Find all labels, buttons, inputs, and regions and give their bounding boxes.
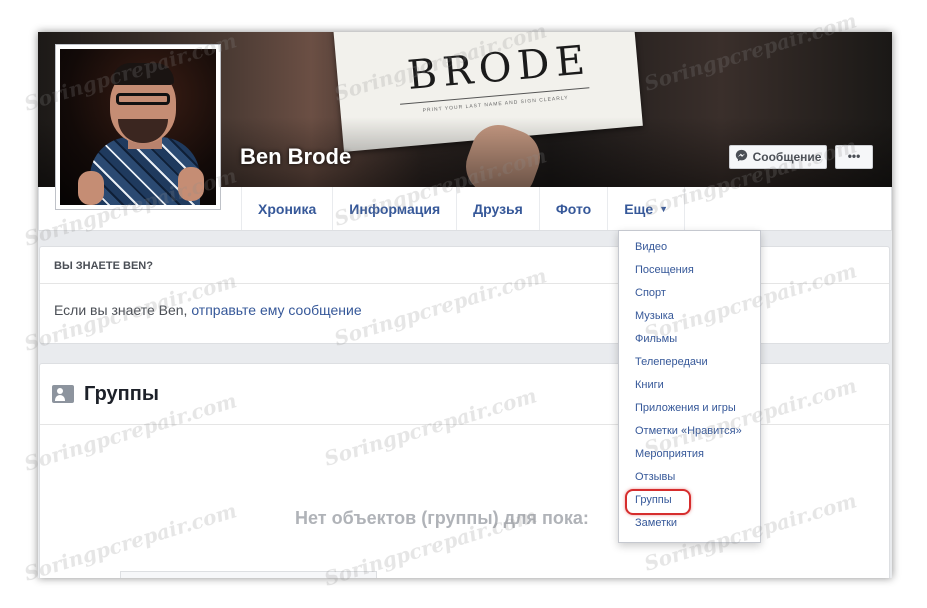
- more-dropdown-menu: Видео Посещения Спорт Музыка Фильмы Теле…: [618, 230, 761, 543]
- profile-name[interactable]: Ben Brode: [240, 144, 351, 170]
- menu-item-movies[interactable]: Фильмы: [635, 329, 677, 349]
- menu-item-music[interactable]: Музыка: [635, 306, 674, 326]
- groups-card: Группы Нет объектов (группы) для пока:: [39, 363, 890, 578]
- messenger-icon: [735, 149, 748, 165]
- groups-icon: [52, 385, 74, 403]
- profile-picture-glasses: [116, 93, 170, 105]
- profile-picture-hair: [112, 63, 174, 85]
- know-person-body: Если вы знаете Ben, отправьте ему сообще…: [40, 284, 889, 318]
- know-person-header: ВЫ ЗНАЕТЕ BEN?: [40, 247, 889, 284]
- profile-picture-image: [60, 49, 216, 205]
- tab-photos[interactable]: Фото: [538, 187, 607, 230]
- menu-item-books[interactable]: Книги: [635, 375, 664, 395]
- menu-item-tv-shows[interactable]: Телепередачи: [635, 352, 708, 372]
- menu-item-likes[interactable]: Отметки «Нравится»: [635, 421, 742, 441]
- profile-picture[interactable]: [55, 44, 221, 210]
- tab-friends[interactable]: Друзья: [456, 187, 539, 230]
- profile-picture-left-hand: [78, 171, 104, 205]
- profile-tabs: Хроника Информация Друзья Фото Еще ▼: [241, 187, 686, 230]
- menu-item-events[interactable]: Мероприятия: [635, 444, 704, 464]
- groups-title: Группы: [84, 382, 159, 405]
- tab-about[interactable]: Информация: [332, 187, 456, 230]
- tab-timeline[interactable]: Хроника: [241, 187, 332, 230]
- menu-item-sports[interactable]: Спорт: [635, 283, 666, 303]
- groups-highlight-marker: [625, 489, 691, 515]
- caret-down-icon: ▼: [659, 203, 669, 214]
- profile-picture-right-hand: [178, 167, 204, 201]
- groups-empty-box: [120, 571, 377, 578]
- groups-empty-text: Нет объектов (группы) для пока:: [295, 508, 589, 528]
- cover-sign-hint: PRINT YOUR LAST NAME AND SIGN CLEARLY: [422, 95, 569, 114]
- message-button[interactable]: Сообщение: [729, 145, 827, 169]
- know-person-card: ВЫ ЗНАЕТЕ BEN? Если вы знаете Ben, отпра…: [39, 246, 890, 344]
- tab-more[interactable]: Еще ▼: [607, 187, 686, 230]
- menu-item-video[interactable]: Видео: [635, 237, 667, 257]
- send-message-link[interactable]: отправьте ему сообщение: [191, 302, 361, 318]
- groups-header: Группы: [40, 364, 889, 425]
- tab-more-label: Еще: [624, 200, 654, 217]
- know-person-text: Если вы знаете Ben,: [54, 302, 192, 318]
- menu-item-notes[interactable]: Заметки: [635, 513, 677, 533]
- more-options-button[interactable]: •••: [835, 145, 873, 169]
- facebook-profile-page: BRODE PRINT YOUR LAST NAME AND SIGN CLEA…: [38, 32, 892, 578]
- menu-item-check-ins[interactable]: Посещения: [635, 260, 694, 280]
- message-button-label: Сообщение: [752, 150, 822, 164]
- menu-item-apps-games[interactable]: Приложения и игры: [635, 398, 736, 418]
- menu-item-reviews[interactable]: Отзывы: [635, 467, 675, 487]
